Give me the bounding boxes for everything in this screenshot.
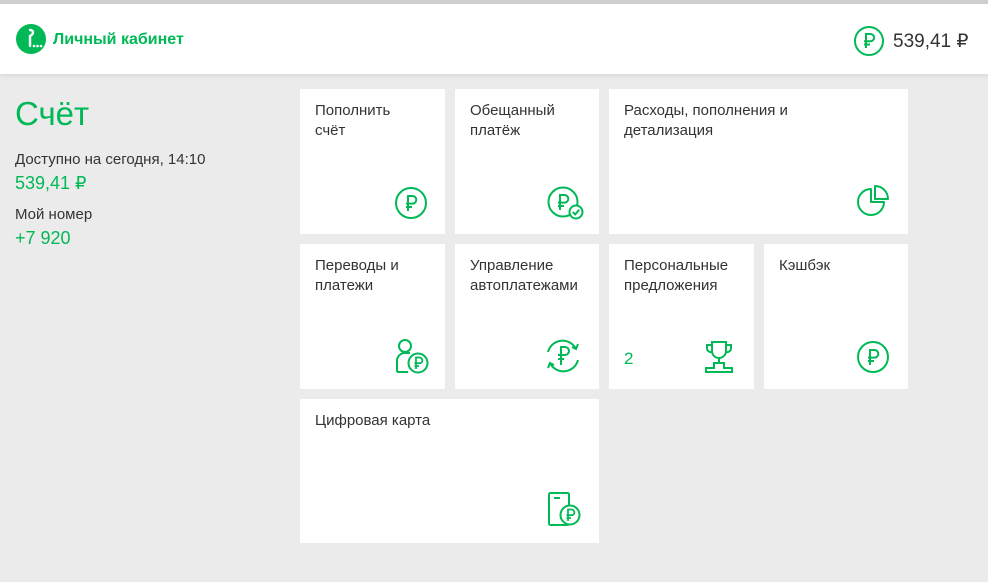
tile-label: Кэшбэк (779, 257, 831, 274)
pie-chart-icon (857, 185, 889, 216)
ruble-cycle-icon (547, 339, 579, 373)
person-ruble-icon (396, 339, 429, 374)
account-title: Счёт (15, 95, 90, 132)
trophy-icon (705, 341, 733, 373)
available-value: 539,41 ₽ (15, 173, 87, 193)
tile-label: Персональные предложения (624, 257, 729, 294)
available-label: Доступно на сегодня, 14:10 (15, 151, 206, 168)
tile-top-up[interactable]: Пополнить счёт (300, 89, 445, 234)
number-label: Мой номер (15, 206, 93, 223)
phone-number: +7 920 (15, 228, 71, 248)
tile-label: Цифровая карта (315, 412, 431, 429)
ruble-icon (854, 26, 884, 56)
megafon-logo-icon[interactable] (16, 24, 46, 54)
offers-count: 2 (624, 349, 634, 368)
tile-transfers-payments[interactable]: Переводы и платежи (300, 244, 445, 389)
ruble-check-icon (547, 186, 584, 220)
header: Личный кабинет 539,41 ₽ (0, 4, 988, 74)
tile-autopayments[interactable]: Управление автоплатежами (455, 244, 599, 389)
tile-digital-card[interactable]: Цифровая карта (300, 399, 599, 543)
ruble-icon (857, 341, 889, 373)
card-ruble-icon (548, 492, 581, 526)
header-balance: 539,41 ₽ (893, 31, 969, 52)
tile-personal-offers[interactable]: Персональные предложения 2 (609, 244, 754, 389)
tile-expenses-details[interactable]: Расходы, пополнения и детализация (609, 89, 908, 234)
tile-label: Переводы и платежи (315, 257, 399, 294)
brand-title[interactable]: Личный кабинет (53, 31, 184, 49)
tile-label: Обещанный платёж (470, 102, 555, 139)
tile-promised-payment[interactable]: Обещанный платёж (455, 89, 599, 234)
tile-label: Пополнить счёт (315, 102, 391, 139)
ruble-icon (395, 187, 427, 219)
tile-label: Управление автоплатежами (470, 257, 578, 294)
tile-label: Расходы, пополнения и детализация (624, 102, 788, 139)
tile-cashback[interactable]: Кэшбэк (764, 244, 908, 389)
